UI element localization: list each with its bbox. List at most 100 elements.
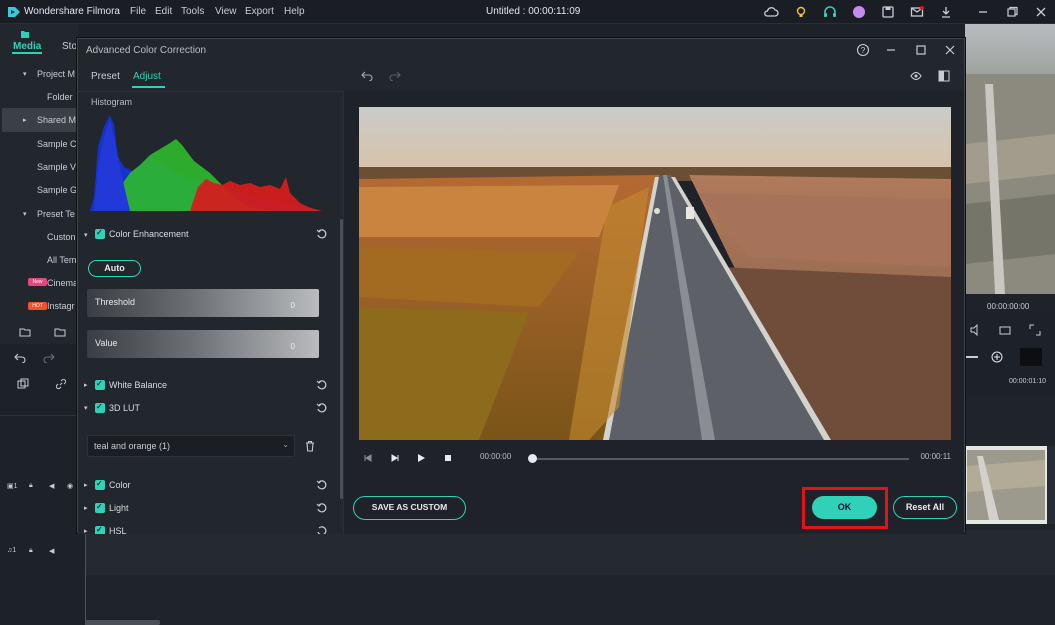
progress-knob[interactable] xyxy=(528,454,537,463)
expand-arrow[interactable]: ▾ xyxy=(23,210,27,218)
new-folder-icon[interactable] xyxy=(19,326,31,338)
timeline-clip-thumbnail[interactable] xyxy=(965,446,1047,524)
hsl-expand-arrow[interactable]: ▸ xyxy=(84,527,88,534)
eye-icon[interactable]: ◉ xyxy=(67,482,73,490)
audio-icon[interactable]: ◀︎ xyxy=(49,547,54,555)
tab-preset[interactable]: Preset xyxy=(91,71,120,82)
folder-icon[interactable] xyxy=(54,326,66,338)
tree-item-folder[interactable]: Folder xyxy=(47,92,73,102)
headset-icon[interactable] xyxy=(822,4,838,20)
close-icon[interactable] xyxy=(943,43,957,57)
menu-edit[interactable]: Edit xyxy=(155,6,172,17)
tree-item-shared-media[interactable]: Shared M xyxy=(37,115,76,125)
background-preview-image xyxy=(965,24,1055,314)
tree-item-preset-templates[interactable]: Preset Te xyxy=(37,209,75,219)
maximize-icon[interactable] xyxy=(914,43,928,57)
avatar-icon[interactable] xyxy=(851,4,867,20)
menu-view[interactable]: View xyxy=(215,6,237,17)
auto-button[interactable]: Auto xyxy=(88,260,141,277)
play-icon[interactable] xyxy=(415,452,427,464)
hsl-checkbox[interactable] xyxy=(95,525,105,534)
3d-lut-checkbox[interactable] xyxy=(95,402,105,413)
color-enhancement-expand-arrow[interactable]: ▾ xyxy=(84,231,88,239)
minimize-icon[interactable] xyxy=(884,43,898,57)
save-icon[interactable] xyxy=(880,4,896,20)
tree-item-sample-green[interactable]: Sample G xyxy=(37,185,77,195)
prev-frame-icon[interactable] xyxy=(362,452,374,464)
menu-help[interactable]: Help xyxy=(284,6,305,17)
reset-all-button[interactable]: Reset All xyxy=(893,496,957,519)
redo-icon[interactable] xyxy=(43,351,55,363)
redo-icon[interactable] xyxy=(389,69,401,81)
undo-icon[interactable] xyxy=(14,351,26,363)
stop-icon[interactable] xyxy=(442,452,454,464)
audio-track-row xyxy=(85,530,1055,575)
track-layout-icon[interactable] xyxy=(1020,348,1042,366)
fullscreen-icon[interactable] xyxy=(1029,324,1041,336)
reset-color-enhancement-icon[interactable] xyxy=(316,228,328,240)
light-checkbox[interactable] xyxy=(95,502,105,513)
bulb-icon[interactable] xyxy=(793,4,809,20)
tree-item-sample-color[interactable]: Sample Co xyxy=(37,139,82,149)
threshold-slider[interactable]: Threshold 0 xyxy=(87,289,319,317)
tree-item-custom[interactable]: Custon xyxy=(47,232,76,242)
zoom-slider[interactable] xyxy=(966,356,978,358)
media-panel: Media Sto ▾ Project M Folder ▸ Shared M … xyxy=(0,24,82,344)
lock-icon[interactable]: 🔒︎ xyxy=(29,547,33,555)
tab-media[interactable]: Media xyxy=(13,41,41,52)
menu-tools[interactable]: Tools xyxy=(181,6,204,17)
snapshot-icon[interactable] xyxy=(999,324,1011,336)
undo-icon[interactable] xyxy=(361,69,373,81)
menu-file[interactable]: File xyxy=(130,6,146,17)
current-time: 00:00:00 xyxy=(480,452,512,461)
audio-icon[interactable]: ◀︎ xyxy=(49,482,54,490)
next-frame-icon[interactable] xyxy=(388,452,400,464)
tree-item-sample-video[interactable]: Sample Vi xyxy=(37,162,78,172)
timeline-scrollbar[interactable] xyxy=(85,620,160,625)
volume-icon[interactable] xyxy=(970,324,982,336)
histogram-label: Histogram xyxy=(91,97,133,107)
white-balance-expand-arrow[interactable]: ▸ xyxy=(84,381,88,389)
compare-icon[interactable] xyxy=(938,70,950,82)
link-icon[interactable] xyxy=(55,378,67,390)
expand-arrow[interactable]: ▸ xyxy=(23,116,27,124)
zoom-in-icon[interactable] xyxy=(991,351,1003,363)
reset-color-icon[interactable] xyxy=(316,479,328,491)
trash-icon[interactable] xyxy=(304,440,316,452)
cloud-icon[interactable] xyxy=(763,4,779,20)
copy-icon[interactable] xyxy=(17,378,29,390)
tree-item-instagram[interactable]: Instagr xyxy=(47,301,75,311)
lock-icon[interactable]: 🔒︎ xyxy=(29,482,33,490)
tab-stock[interactable]: Sto xyxy=(62,41,77,52)
tree-item-cinematic[interactable]: Cinema xyxy=(47,278,78,288)
menu-export[interactable]: Export xyxy=(245,6,274,17)
color-expand-arrow[interactable]: ▸ xyxy=(84,481,88,489)
eye-icon[interactable] xyxy=(910,70,922,82)
close-icon[interactable] xyxy=(1033,4,1049,20)
reset-hsl-icon[interactable] xyxy=(316,525,328,534)
tree-item-project-media[interactable]: Project M xyxy=(37,69,75,79)
3d-lut-expand-arrow[interactable]: ▾ xyxy=(84,404,88,412)
reset-3d-lut-icon[interactable] xyxy=(316,402,328,414)
reset-light-icon[interactable] xyxy=(316,502,328,514)
white-balance-checkbox[interactable] xyxy=(95,379,105,390)
mail-icon[interactable] xyxy=(909,4,925,20)
media-icon[interactable] xyxy=(19,28,31,40)
dialog-title: Advanced Color Correction xyxy=(86,45,207,56)
reset-white-balance-icon[interactable] xyxy=(316,379,328,391)
tree-item-all-templates[interactable]: All Tem xyxy=(47,255,76,265)
minimize-icon[interactable] xyxy=(975,4,991,20)
download-icon[interactable] xyxy=(938,4,954,20)
value-slider[interactable]: Value 0 xyxy=(87,330,319,358)
color-checkbox[interactable] xyxy=(95,479,105,490)
color-enhancement-checkbox[interactable] xyxy=(95,228,105,239)
help-icon[interactable]: ? xyxy=(856,43,870,57)
light-expand-arrow[interactable]: ▸ xyxy=(84,504,88,512)
progress-bar[interactable] xyxy=(531,458,909,460)
lut-select[interactable]: teal and orange (1) ⌄ xyxy=(87,435,295,457)
tab-adjust[interactable]: Adjust xyxy=(133,71,161,82)
restore-icon[interactable] xyxy=(1004,4,1020,20)
expand-arrow[interactable]: ▾ xyxy=(23,70,27,78)
save-as-custom-button[interactable]: SAVE AS CUSTOM xyxy=(353,496,466,520)
ok-button[interactable]: OK xyxy=(812,496,877,519)
